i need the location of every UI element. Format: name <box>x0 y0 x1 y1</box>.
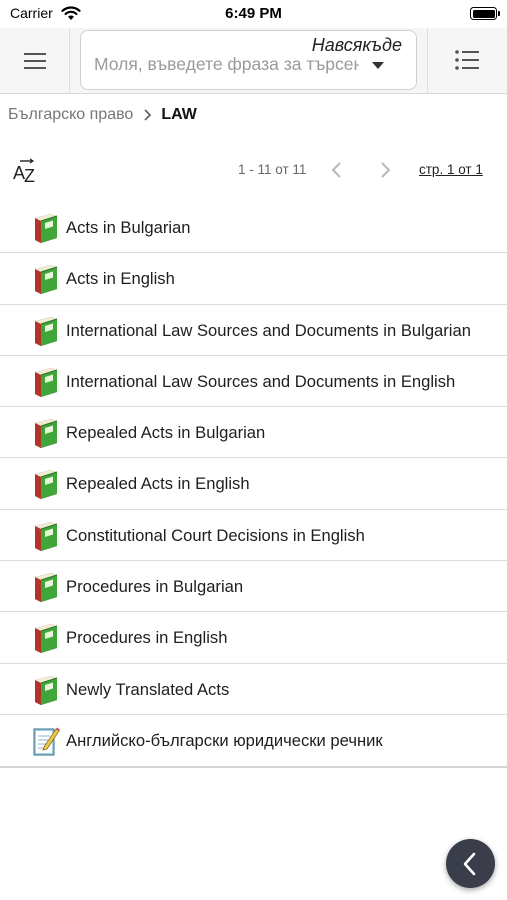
list-item[interactable]: Repealed Acts in Bulgarian <box>0 407 507 459</box>
list-icon <box>455 50 479 70</box>
list-item-label: Repealed Acts in English <box>66 474 250 494</box>
search-input[interactable] <box>94 51 359 77</box>
book-icon <box>30 468 60 500</box>
book-icon <box>30 622 60 654</box>
back-button[interactable] <box>446 839 495 888</box>
page-link[interactable]: стр. 1 от 1 <box>419 162 483 177</box>
book-icon <box>30 674 60 706</box>
list-item-label: International Law Sources and Documents … <box>66 371 456 391</box>
svg-text:Z: Z <box>24 166 35 184</box>
list-item[interactable]: Newly Translated Acts <box>0 664 507 715</box>
list-item[interactable]: Procedures in English <box>0 612 507 664</box>
list-item[interactable]: Repealed Acts in English <box>0 458 507 510</box>
menu-button[interactable] <box>0 28 70 94</box>
list-item[interactable]: International Law Sources and Documents … <box>0 305 507 356</box>
list-item[interactable]: Acts in English <box>0 253 507 305</box>
book-icon <box>30 571 60 603</box>
book-icon <box>30 417 60 449</box>
list-item[interactable]: Acts in Bulgarian <box>0 202 507 254</box>
top-toolbar: Навсякъде <box>0 28 507 94</box>
page-range: 1 - 11 от 11 <box>238 162 307 177</box>
scope-dropdown-icon[interactable] <box>372 62 384 69</box>
book-icon <box>30 366 60 398</box>
list-view-button[interactable] <box>427 28 507 94</box>
category-list: Acts in Bulgarian Acts in English Intern… <box>0 202 507 769</box>
breadcrumb: Българско право LAW <box>8 104 197 126</box>
list-item-label: Английско-български юридически речник <box>66 730 383 750</box>
list-item-label: Acts in Bulgarian <box>66 218 191 237</box>
status-bar: Carrier 6:49 PM <box>0 0 507 28</box>
list-item-label: Procedures in Bulgarian <box>66 577 244 597</box>
book-icon <box>30 212 60 244</box>
search-box: Навсякъде <box>80 30 417 90</box>
notepad-icon <box>30 725 60 757</box>
book-icon <box>30 520 60 552</box>
list-item-label: Procedures in English <box>66 628 228 648</box>
list-item-label: Repealed Acts in Bulgarian <box>66 423 266 443</box>
status-time: 6:49 PM <box>225 5 282 22</box>
battery-icon <box>470 7 500 20</box>
next-page-icon[interactable] <box>378 160 392 180</box>
list-item[interactable]: Constitutional Court Decisions in Englis… <box>0 510 507 562</box>
list-item[interactable]: International Law Sources and Documents … <box>0 356 507 408</box>
book-icon <box>30 315 60 347</box>
list-item-label: Constitutional Court Decisions in Englis… <box>66 525 365 545</box>
list-item[interactable]: Procedures in Bulgarian <box>0 561 507 613</box>
list-item-label: Newly Translated Acts <box>66 679 230 699</box>
breadcrumb-root[interactable]: Българско право <box>8 106 133 124</box>
chevron-left-icon <box>463 852 476 876</box>
book-icon <box>30 263 60 295</box>
az-sort-icon[interactable]: A Z <box>12 158 40 184</box>
list-item-label: Acts in English <box>66 269 175 289</box>
prev-page-icon[interactable] <box>330 160 344 180</box>
list-item-label: International Law Sources and Documents … <box>66 320 471 340</box>
chevron-right-icon <box>144 109 152 121</box>
pager-bar: A Z 1 - 11 от 11 стр. 1 от 1 <box>0 150 507 190</box>
breadcrumb-current: LAW <box>161 106 197 123</box>
list-item[interactable]: Английско-български юридически речник <box>0 715 507 766</box>
